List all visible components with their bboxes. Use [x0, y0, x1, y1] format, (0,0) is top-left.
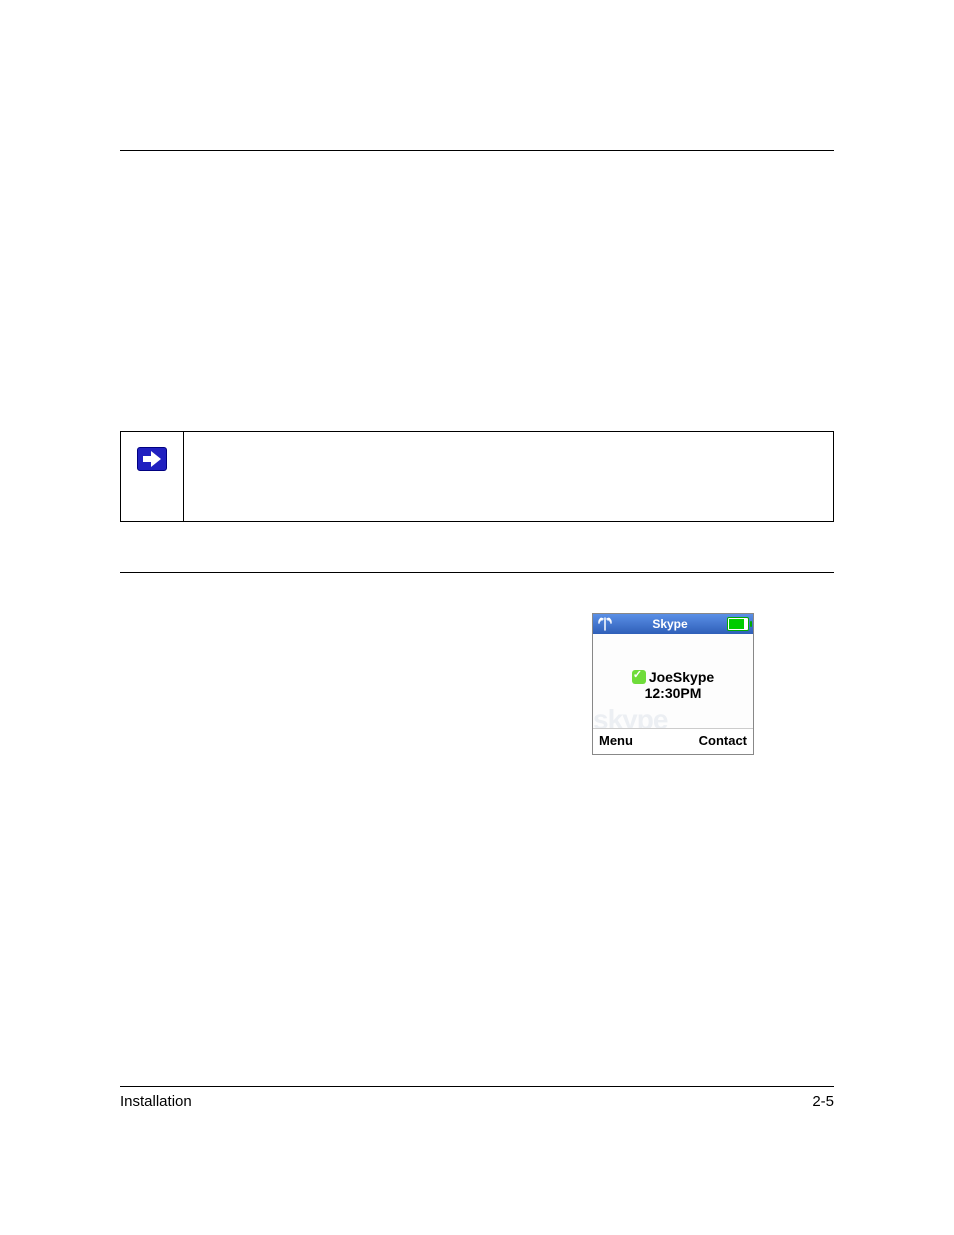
- battery-icon: [727, 617, 749, 631]
- time-display: 12:30PM: [645, 685, 702, 701]
- phone-softkeys: Menu Contact: [593, 728, 753, 754]
- mid-rule: [120, 572, 834, 573]
- note-box: [120, 431, 834, 522]
- note-icon-cell: [121, 432, 184, 521]
- phone-body: skype JoeSkype 12:30PM: [593, 634, 753, 728]
- signal-icon: [597, 617, 613, 631]
- arrow-right-icon: [137, 447, 167, 471]
- skype-watermark-icon: skype: [593, 706, 753, 728]
- softkey-contact[interactable]: Contact: [699, 733, 747, 748]
- footer-page-number: 2-5: [812, 1093, 834, 1110]
- document-page: Skype skype JoeSkype 12:30PM Menu Contac…: [0, 0, 954, 1235]
- user-row: JoeSkype: [632, 669, 714, 685]
- softkey-menu[interactable]: Menu: [599, 733, 633, 748]
- page-footer: Installation 2-5: [120, 1086, 834, 1110]
- online-check-icon: [632, 670, 646, 684]
- phone-wrap: Skype skype JoeSkype 12:30PM Menu Contac…: [120, 613, 834, 755]
- phone-screen: Skype skype JoeSkype 12:30PM Menu Contac…: [592, 613, 754, 755]
- footer-section: Installation: [120, 1093, 192, 1110]
- top-rule: [120, 150, 834, 151]
- statusbar-title: Skype: [652, 617, 687, 631]
- username: JoeSkype: [649, 669, 714, 685]
- phone-statusbar: Skype: [593, 614, 753, 634]
- note-content: [184, 432, 833, 521]
